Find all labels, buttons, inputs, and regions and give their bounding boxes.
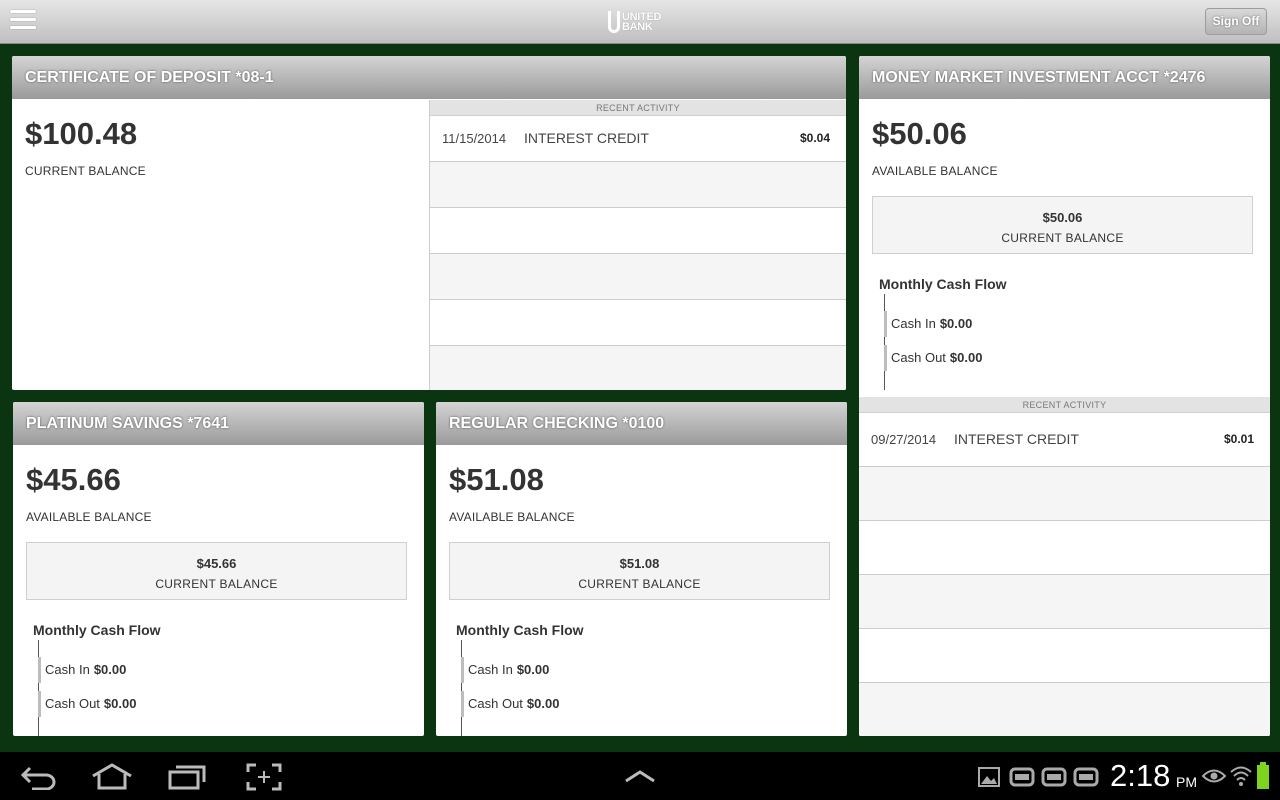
activity-desc: INTEREST CREDIT xyxy=(524,130,649,146)
mm-recent-activity: RECENT ACTIVITY 09/27/2014 INTEREST CRED… xyxy=(859,397,1270,736)
checking-available-label: AVAILABLE BALANCE xyxy=(449,510,575,524)
activity-date: 09/27/2014 xyxy=(871,432,937,447)
menu-icon[interactable] xyxy=(10,10,36,32)
activity-row-empty xyxy=(430,162,846,208)
usb-icon xyxy=(1073,767,1099,787)
savings-cash-out-bar xyxy=(38,691,41,717)
back-icon[interactable] xyxy=(20,764,58,790)
cash-out-label: Cash Out xyxy=(891,350,946,365)
activity-date: 11/15/2014 xyxy=(442,131,507,146)
mm-available-balance: $50.06 xyxy=(872,116,967,151)
savings-cash-flow-title: Monthly Cash Flow xyxy=(33,622,161,638)
checking-panel[interactable]: REGULAR CHECKING *0100 $51.08 AVAILABLE … xyxy=(436,402,847,736)
activity-row-empty xyxy=(430,346,846,390)
checking-title: REGULAR CHECKING *0100 xyxy=(436,402,847,445)
savings-current-label: CURRENT BALANCE xyxy=(155,577,278,591)
money-market-title: MONEY MARKET INVESTMENT ACCT *2476 xyxy=(859,56,1270,99)
checking-current-balance-box: $51.08 CURRENT BALANCE xyxy=(449,542,830,600)
checking-cash-in-bar xyxy=(461,657,464,683)
battery-icon xyxy=(1257,762,1269,789)
mm-cash-in-bar xyxy=(884,311,887,337)
cd-balance-label: CURRENT BALANCE xyxy=(25,164,146,178)
mm-current-balance-box: $50.06 CURRENT BALANCE xyxy=(872,196,1253,254)
mm-cash-out-bar xyxy=(884,345,887,371)
activity-row-empty xyxy=(859,683,1270,736)
checking-cash-out: Cash Out $0.00 xyxy=(468,696,559,711)
cash-out-value: $0.00 xyxy=(103,696,137,711)
mm-available-label: AVAILABLE BALANCE xyxy=(872,164,998,178)
savings-cash-in-bar xyxy=(38,657,41,683)
savings-available-label: AVAILABLE BALANCE xyxy=(26,510,152,524)
status-ampm: PM xyxy=(1176,774,1197,790)
checking-available-balance: $51.08 xyxy=(449,462,544,497)
cd-account-title: CERTIFICATE OF DEPOSIT *08-1 xyxy=(12,56,846,99)
savings-cash-flow-axis xyxy=(38,640,39,736)
united-bank-logo: UNITED BANK xyxy=(608,10,661,34)
usb-icon xyxy=(1009,767,1035,787)
activity-desc: INTEREST CREDIT xyxy=(954,431,1079,447)
cash-in-label: Cash In xyxy=(45,662,90,677)
eye-icon xyxy=(1202,769,1226,783)
checking-current-label: CURRENT BALANCE xyxy=(578,577,701,591)
activity-row-empty xyxy=(430,254,846,300)
recent-activity-header: RECENT ACTIVITY xyxy=(430,100,846,116)
activity-amount: $0.01 xyxy=(1223,432,1254,446)
checking-cash-out-bar xyxy=(461,691,464,717)
system-nav-bar: 2:18 PM xyxy=(0,752,1280,800)
activity-row-empty xyxy=(430,300,846,346)
savings-cash-out: Cash Out $0.00 xyxy=(45,696,136,711)
savings-current-balance: $45.66 xyxy=(196,556,237,571)
checking-cash-flow-axis xyxy=(461,640,462,736)
cash-in-value: $0.00 xyxy=(516,662,550,677)
activity-row-empty xyxy=(859,629,1270,683)
activity-row-empty xyxy=(859,467,1270,521)
mm-current-balance: $50.06 xyxy=(1042,210,1083,225)
status-clock: 2:18 xyxy=(1110,758,1171,793)
cash-in-value: $0.00 xyxy=(93,662,127,677)
savings-panel[interactable]: PLATINUM SAVINGS *7641 $45.66 AVAILABLE … xyxy=(13,402,424,736)
cash-out-value: $0.00 xyxy=(526,696,560,711)
wifi-icon xyxy=(1230,766,1252,786)
cd-balance: $100.48 xyxy=(25,116,138,151)
logo-line2: BANK xyxy=(622,21,653,33)
activity-amount: $0.04 xyxy=(799,131,830,145)
mm-cash-flow-axis xyxy=(884,294,885,390)
app-header: UNITED BANK Sign Off xyxy=(0,0,1280,44)
gallery-icon xyxy=(978,767,1000,787)
cash-out-label: Cash Out xyxy=(45,696,100,711)
mm-cash-in: Cash In $0.00 xyxy=(891,316,972,331)
cash-out-value: $0.00 xyxy=(949,350,983,365)
activity-row[interactable]: 09/27/2014 INTEREST CREDIT $0.01 xyxy=(859,413,1270,467)
savings-title: PLATINUM SAVINGS *7641 xyxy=(13,402,424,445)
mm-cash-out: Cash Out $0.00 xyxy=(891,350,982,365)
money-market-panel[interactable]: MONEY MARKET INVESTMENT ACCT *2476 $50.0… xyxy=(859,56,1270,736)
activity-row[interactable]: 11/15/2014 INTEREST CREDIT $0.04 xyxy=(430,116,846,162)
activity-row-empty xyxy=(859,521,1270,575)
logo-mark-icon xyxy=(608,11,620,33)
cash-in-label: Cash In xyxy=(468,662,513,677)
savings-available-balance: $45.66 xyxy=(26,462,121,497)
checking-cash-in: Cash In $0.00 xyxy=(468,662,549,677)
cd-recent-activity: RECENT ACTIVITY 11/15/2014 INTEREST CRED… xyxy=(429,100,846,390)
checking-current-balance: $51.08 xyxy=(619,556,660,571)
cash-out-label: Cash Out xyxy=(468,696,523,711)
screenshot-icon[interactable] xyxy=(246,763,282,791)
home-icon[interactable] xyxy=(90,762,134,790)
cash-in-label: Cash In xyxy=(891,316,936,331)
recent-activity-header: RECENT ACTIVITY xyxy=(859,397,1270,413)
sign-off-button[interactable]: Sign Off xyxy=(1205,8,1267,35)
mm-current-label: CURRENT BALANCE xyxy=(1001,231,1124,245)
savings-current-balance-box: $45.66 CURRENT BALANCE xyxy=(26,542,407,600)
mm-cash-flow-title: Monthly Cash Flow xyxy=(879,276,1007,292)
activity-row-empty xyxy=(430,208,846,254)
checking-cash-flow-title: Monthly Cash Flow xyxy=(456,622,584,638)
cd-account-panel[interactable]: CERTIFICATE OF DEPOSIT *08-1 $100.48 CUR… xyxy=(12,56,846,390)
activity-row-empty xyxy=(859,575,1270,629)
recent-apps-icon[interactable] xyxy=(168,764,208,790)
savings-cash-in: Cash In $0.00 xyxy=(45,662,126,677)
cash-in-value: $0.00 xyxy=(939,316,973,331)
up-arrow-icon[interactable] xyxy=(624,769,656,783)
usb-icon xyxy=(1041,767,1067,787)
